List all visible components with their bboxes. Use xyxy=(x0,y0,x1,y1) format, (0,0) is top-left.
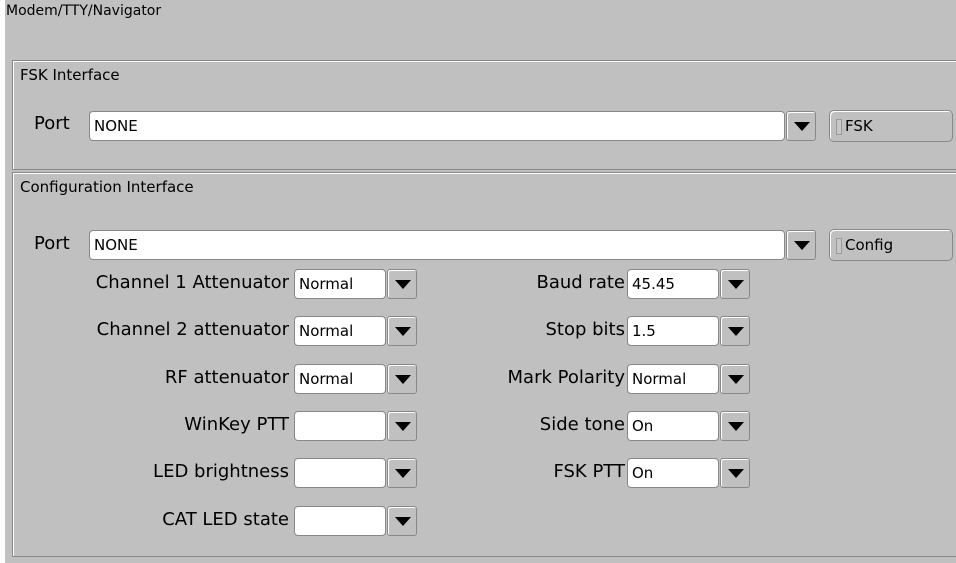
cat-led-state-label: CAT LED state xyxy=(162,509,289,530)
fsk-light-icon xyxy=(836,119,842,135)
rf-attenuator-label: RF attenuator xyxy=(164,367,289,388)
baud-rate-label: Baud rate xyxy=(536,272,626,293)
config-group-title: Configuration Interface xyxy=(20,178,194,196)
fsk-ptt-label: FSK PTT xyxy=(553,461,625,482)
configuration-interface-group: Configuration Interface Port NONE Config… xyxy=(12,172,956,557)
fsk-port-label: Port xyxy=(34,113,70,134)
mark-polarity-dropdown-button[interactable] xyxy=(720,364,750,394)
mark-polarity-label: Mark Polarity xyxy=(507,367,625,388)
side-tone-label: Side tone xyxy=(539,414,625,435)
fsk-button-label: FSK xyxy=(845,117,873,135)
config-port-select[interactable]: NONE xyxy=(89,230,785,260)
stop-bits-label: Stop bits xyxy=(545,319,625,340)
config-port-dropdown-button[interactable] xyxy=(786,230,816,260)
baud-rate-dropdown-button[interactable] xyxy=(720,269,750,299)
fsk-port-dropdown-button[interactable] xyxy=(786,111,816,141)
config-button-label: Config xyxy=(845,236,894,254)
cat-led-state-select[interactable] xyxy=(294,506,386,536)
stop-bits-dropdown-button[interactable] xyxy=(720,316,750,346)
baud-rate-select[interactable]: 45.45 xyxy=(627,269,719,299)
winkey-ptt-dropdown-button[interactable] xyxy=(387,411,417,441)
cat-led-state-dropdown-button[interactable] xyxy=(387,506,417,536)
winkey-ptt-label: WinKey PTT xyxy=(184,414,289,435)
mark-polarity-select[interactable]: Normal xyxy=(627,364,719,394)
channel2-attenuator-select[interactable]: Normal xyxy=(294,316,386,346)
fsk-ptt-dropdown-button[interactable] xyxy=(720,458,750,488)
config-toggle-button[interactable]: Config xyxy=(829,229,953,261)
rf-attenuator-dropdown-button[interactable] xyxy=(387,364,417,394)
channel2-attenuator-label: Channel 2 attenuator xyxy=(96,319,289,340)
channel1-attenuator-dropdown-button[interactable] xyxy=(387,269,417,299)
fsk-ptt-select[interactable]: On xyxy=(627,458,719,488)
modem-tty-navigator-panel: Modem/TTY/Navigator FSK Interface Port N… xyxy=(5,0,956,563)
stop-bits-select[interactable]: 1.5 xyxy=(627,316,719,346)
winkey-ptt-select[interactable] xyxy=(294,411,386,441)
led-brightness-select[interactable] xyxy=(294,458,386,488)
config-light-icon xyxy=(836,238,842,254)
fsk-interface-group: FSK Interface Port NONE FSK xyxy=(12,60,956,170)
side-tone-dropdown-button[interactable] xyxy=(720,411,750,441)
channel1-attenuator-label: Channel 1 Attenuator xyxy=(95,272,289,293)
fsk-port-select[interactable]: NONE xyxy=(89,111,785,141)
channel2-attenuator-dropdown-button[interactable] xyxy=(387,316,417,346)
config-port-label: Port xyxy=(34,233,70,254)
fsk-toggle-button[interactable]: FSK xyxy=(829,110,953,142)
panel-title: Modem/TTY/Navigator xyxy=(6,3,162,19)
rf-attenuator-select[interactable]: Normal xyxy=(294,364,386,394)
channel1-attenuator-select[interactable]: Normal xyxy=(294,269,386,299)
side-tone-select[interactable]: On xyxy=(627,411,719,441)
led-brightness-dropdown-button[interactable] xyxy=(387,458,417,488)
fsk-group-title: FSK Interface xyxy=(20,66,120,84)
led-brightness-label: LED brightness xyxy=(153,461,289,482)
